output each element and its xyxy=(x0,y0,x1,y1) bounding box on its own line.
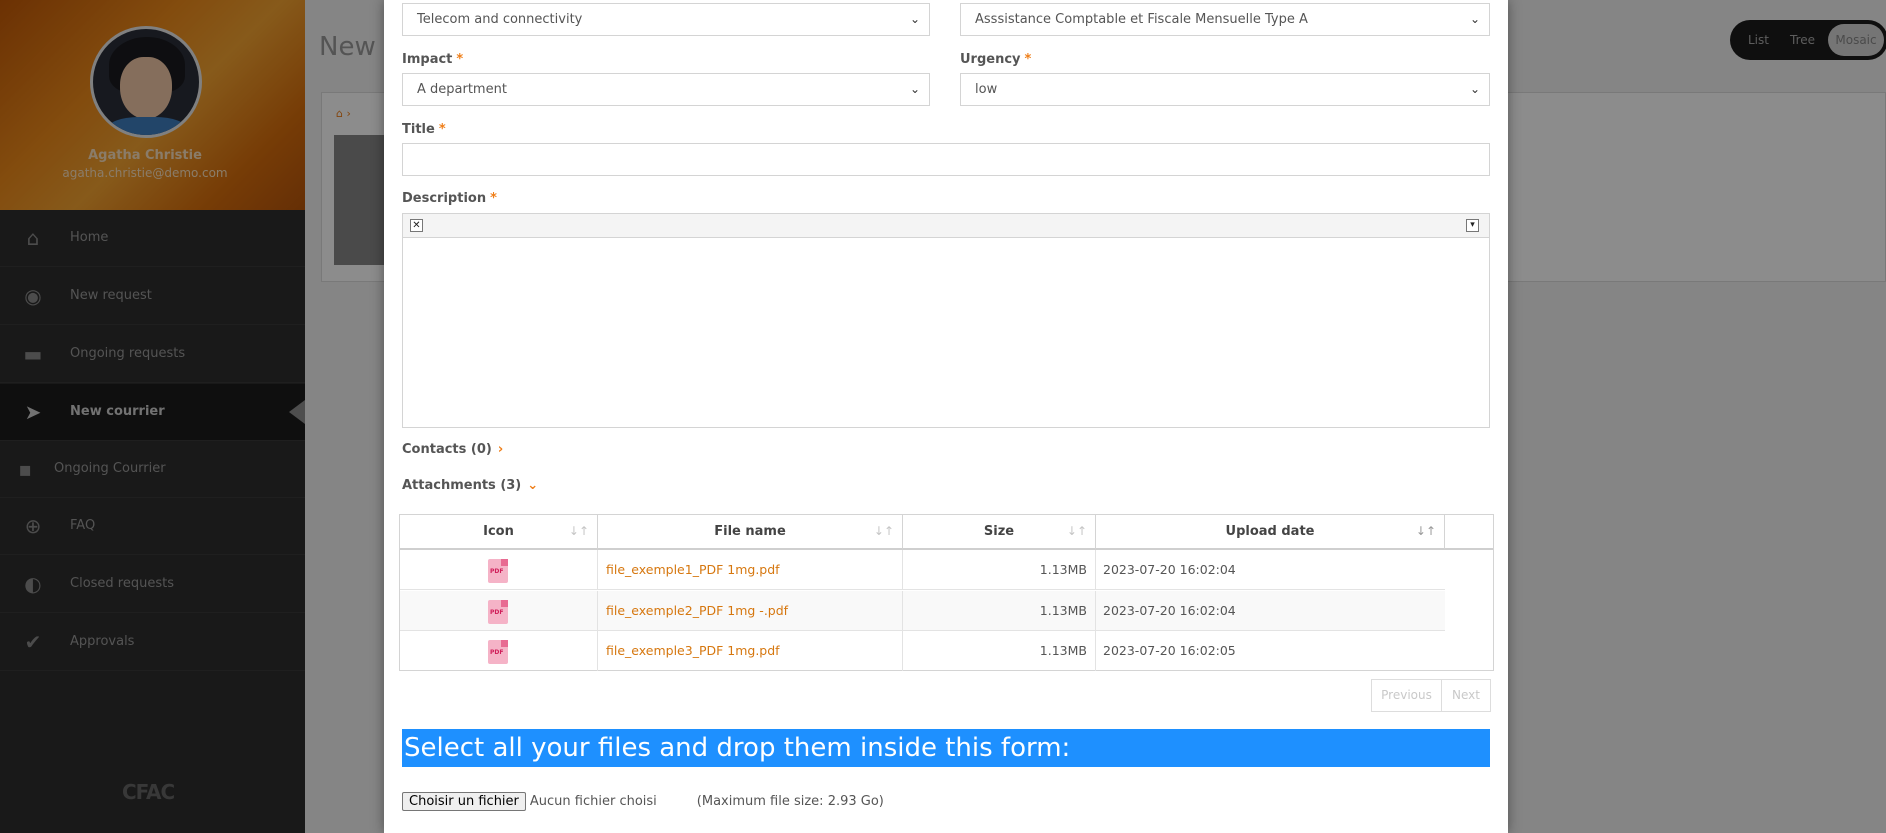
file-name-link[interactable]: file_exemple2_PDF 1mg -.pdf xyxy=(598,591,903,631)
description-label: Description * xyxy=(402,191,497,206)
sort-icon[interactable]: ↓↑ xyxy=(874,515,894,548)
pdf-icon: PDF xyxy=(488,600,508,624)
column-header-file-name[interactable]: File name ↓↑ xyxy=(598,515,903,550)
impact-select-value: A department xyxy=(417,82,507,97)
table-pagination: Previous Next xyxy=(1371,679,1491,712)
column-header-upload-date[interactable]: Upload date ↓↑ xyxy=(1096,515,1445,550)
upload-date: 2023-07-20 16:02:04 xyxy=(1103,562,1236,577)
file-size: 1.13MB xyxy=(903,631,1096,671)
column-header-size[interactable]: Size ↓↑ xyxy=(903,515,1096,550)
collapse-toolbar-icon[interactable]: ▾ xyxy=(1466,219,1479,232)
service-select[interactable]: Asssistance Comptable et Fiscale Mensuel… xyxy=(960,3,1490,36)
category-select-value: Telecom and connectivity xyxy=(417,12,583,27)
attachments-toggle[interactable]: Attachments (3) ⌄ xyxy=(402,478,538,493)
next-page-button[interactable]: Next xyxy=(1442,680,1490,711)
editor-toolbar: ✕ ▾ xyxy=(402,213,1490,238)
file-upload-row: Choisir un fichier Aucun fichier choisi (M… xyxy=(402,792,884,811)
attachments-table: Icon ↓↑ File name ↓↑ Size ↓↑ Upload date ↓↑ … xyxy=(399,514,1494,671)
remove-format-icon[interactable]: ✕ xyxy=(410,219,423,232)
file-size: 1.13MB xyxy=(903,550,1096,590)
file-drop-zone[interactable]: Select all your files and drop them insi… xyxy=(402,729,1490,767)
pdf-icon: PDF xyxy=(488,640,508,664)
file-status: Aucun fichier choisi xyxy=(529,794,657,809)
choose-file-button[interactable]: Choisir un fichier xyxy=(402,792,526,811)
table-row: PDF file_exemple3_PDF 1mg.pdf 1.13MB 202… xyxy=(400,631,1445,671)
urgency-select[interactable]: low ⌄ xyxy=(960,73,1490,106)
service-select-value: Asssistance Comptable et Fiscale Mensuel… xyxy=(975,12,1308,27)
max-file-size-note: (Maximum file size: 2.93 Go) xyxy=(696,794,884,809)
upload-date: 2023-07-20 16:02:05 xyxy=(1103,643,1236,658)
category-select[interactable]: Telecom and connectivity ⌄ xyxy=(402,3,930,36)
chevron-down-icon: ⌄ xyxy=(1469,82,1481,96)
sort-icon[interactable]: ↓↑ xyxy=(1416,515,1436,548)
table-row: PDF file_exemple2_PDF 1mg -.pdf 1.13MB 2… xyxy=(400,591,1445,631)
file-size: 1.13MB xyxy=(903,591,1096,631)
impact-label: Impact * xyxy=(402,52,464,67)
new-courrier-modal: Telecom and connectivity ⌄ Asssistance C… xyxy=(384,0,1508,833)
description-editor[interactable] xyxy=(402,237,1490,428)
chevron-down-icon: ⌄ xyxy=(1469,12,1481,26)
sort-icon[interactable]: ↓↑ xyxy=(1067,515,1087,548)
table-row: PDF file_exemple1_PDF 1mg.pdf 1.13MB 202… xyxy=(400,550,1445,590)
title-label: Title * xyxy=(402,122,446,137)
chevron-down-icon: ⌄ xyxy=(527,478,539,493)
chevron-down-icon: ⌄ xyxy=(909,82,921,96)
contacts-toggle[interactable]: Contacts (0) › xyxy=(402,442,503,457)
column-header-icon[interactable]: Icon ↓↑ xyxy=(400,515,598,550)
chevron-right-icon: › xyxy=(497,442,504,457)
chevron-down-icon: ⌄ xyxy=(909,12,921,26)
title-input[interactable] xyxy=(402,143,1490,176)
pdf-icon: PDF xyxy=(488,559,508,583)
table-cell-icon: PDF xyxy=(400,550,598,590)
urgency-label: Urgency * xyxy=(960,52,1032,67)
previous-page-button[interactable]: Previous xyxy=(1372,680,1442,711)
file-name-link[interactable]: file_exemple3_PDF 1mg.pdf xyxy=(598,631,903,671)
sort-icon[interactable]: ↓↑ xyxy=(569,515,589,548)
upload-date: 2023-07-20 16:02:04 xyxy=(1103,603,1236,618)
impact-select[interactable]: A department ⌄ xyxy=(402,73,930,106)
table-cell-icon: PDF xyxy=(400,631,598,671)
column-header-actions xyxy=(1445,515,1493,550)
table-cell-icon: PDF xyxy=(400,591,598,631)
file-name-link[interactable]: file_exemple1_PDF 1mg.pdf xyxy=(598,550,903,590)
urgency-select-value: low xyxy=(975,82,998,97)
